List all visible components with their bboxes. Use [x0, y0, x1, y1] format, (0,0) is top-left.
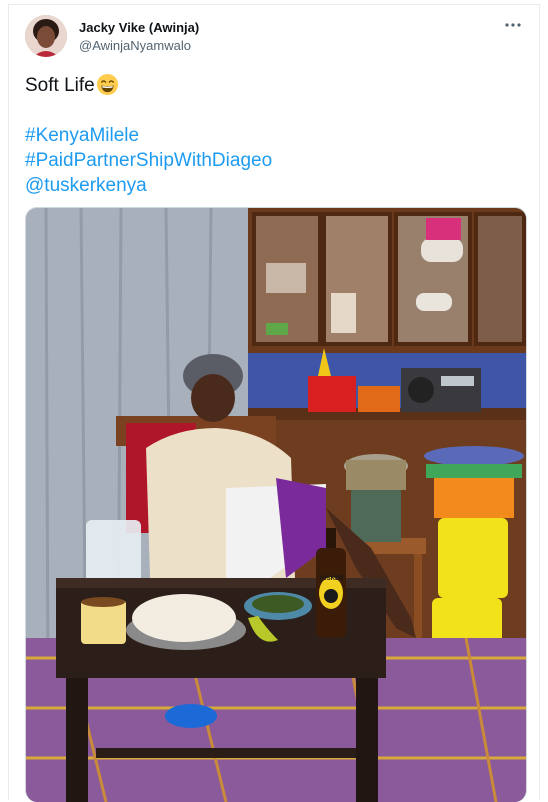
tusker-bottle-label: TUSKER: [319, 576, 344, 582]
tweet-first-line: Soft Life: [25, 75, 95, 96]
tweet-card[interactable]: Jacky Vike (Awinja) @AwinjaNyamwalo Soft…: [8, 4, 540, 802]
more-options-button[interactable]: [501, 15, 525, 35]
tweet-photo[interactable]: TUSKER: [25, 207, 527, 802]
author-avatar[interactable]: [25, 15, 67, 57]
ellipsis-icon: [505, 23, 521, 27]
mention-tuskerkenya-link[interactable]: @tuskerkenya: [25, 173, 515, 198]
tweet-line-1: Soft Life: [25, 73, 515, 98]
hashtag-kenyamilele-link[interactable]: #KenyaMilele: [25, 123, 515, 148]
author-handle[interactable]: @AwinjaNyamwalo: [79, 38, 191, 53]
author-name[interactable]: Jacky Vike (Awinja): [79, 20, 199, 35]
tweet-text: Soft Life #KenyaMilele #PaidPartnerShipW…: [25, 73, 515, 198]
grinning-emoji-icon: [96, 73, 118, 96]
hashtag-paidpartnership-link[interactable]: #PaidPartnerShipWithDiageo: [25, 148, 515, 173]
